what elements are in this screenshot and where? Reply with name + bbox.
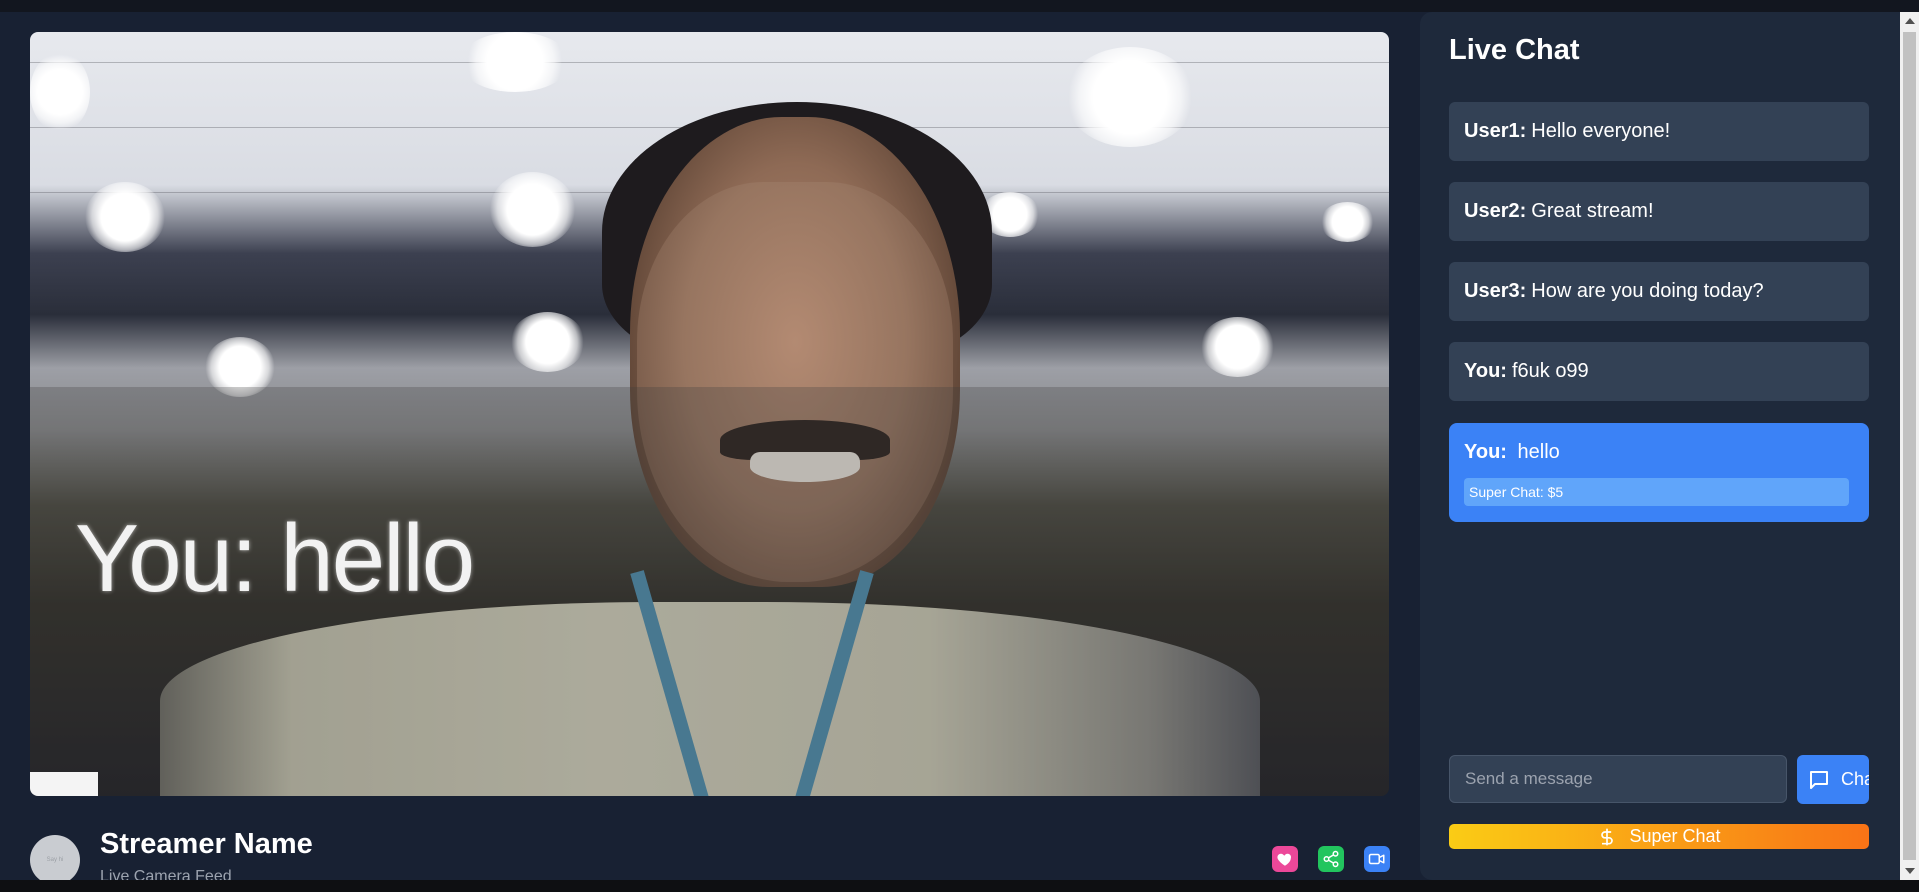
- message-text: Hello everyone!: [1531, 120, 1671, 142]
- dollar-icon: [1601, 828, 1614, 845]
- message-text: How are you doing today?: [1531, 280, 1764, 302]
- scrollbar-thumb[interactable]: [1903, 32, 1916, 860]
- super-chat-message: You: hello Super Chat: $5: [1449, 423, 1869, 522]
- message-user: You:: [1464, 360, 1507, 382]
- share-button[interactable]: [1318, 846, 1344, 872]
- ceiling-light: [1200, 317, 1275, 377]
- ceiling-light: [490, 172, 575, 247]
- streamer-name: Streamer Name: [100, 828, 313, 860]
- browser-bottom-edge: [0, 880, 1919, 892]
- chat-send-button[interactable]: Chat: [1797, 755, 1869, 804]
- scroll-up-arrow[interactable]: [1905, 18, 1915, 24]
- message-user: User2:: [1464, 200, 1527, 222]
- ceiling-light: [1320, 202, 1375, 242]
- super-chat-button[interactable]: Super Chat: [1449, 824, 1869, 849]
- avatar: Say hi: [30, 835, 80, 885]
- chat-message: User1: Hello everyone!: [1449, 102, 1869, 161]
- like-button[interactable]: [1272, 846, 1298, 872]
- ceiling-light: [30, 52, 90, 132]
- message-user: User3:: [1464, 280, 1527, 302]
- chat-message-input[interactable]: [1449, 755, 1787, 803]
- ceiling-light: [510, 312, 585, 372]
- video-feed: You: hello: [30, 32, 1389, 796]
- message-text: hello: [1517, 441, 1560, 463]
- video-corner-patch: [30, 772, 98, 796]
- super-chat-label: Super Chat: [1629, 826, 1721, 846]
- message-user: User1:: [1464, 120, 1527, 142]
- super-chat-line: You: hello: [1464, 441, 1560, 464]
- page-scrollbar[interactable]: [1900, 12, 1919, 880]
- heart-icon: [1277, 853, 1292, 866]
- message-user: You:: [1464, 441, 1507, 463]
- chat-message: User2: Great stream!: [1449, 182, 1869, 241]
- video-overlay-text: You: hello: [75, 505, 475, 612]
- avatar-text: Say hi: [46, 857, 64, 863]
- video-icon: [1368, 853, 1385, 865]
- super-chat-badge: Super Chat: $5: [1464, 478, 1849, 506]
- message-text: Great stream!: [1531, 200, 1654, 222]
- ceiling-light: [460, 32, 570, 92]
- chat-message: User3: How are you doing today?: [1449, 262, 1869, 321]
- ceiling-light: [85, 182, 165, 252]
- browser-top-edge: [0, 0, 1919, 12]
- chat-title: Live Chat: [1449, 34, 1580, 66]
- message-text: f6uk o99: [1511, 360, 1589, 382]
- chat-message: You: f6uk o99: [1449, 342, 1869, 401]
- chat-send-label: Chat: [1841, 769, 1869, 789]
- message-icon: [1810, 770, 1828, 789]
- share-icon: [1323, 850, 1339, 868]
- ceiling-light: [1065, 47, 1195, 147]
- camera-button[interactable]: [1364, 846, 1390, 872]
- ceiling-line: [30, 62, 1389, 63]
- scroll-down-arrow[interactable]: [1905, 868, 1915, 874]
